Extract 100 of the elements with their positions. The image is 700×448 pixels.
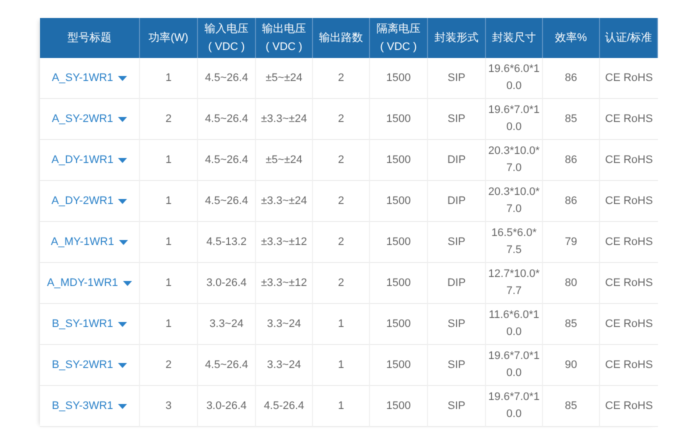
table-cell-text: 1 [164, 152, 173, 168]
model-link[interactable]: A_SY-2WR1 [52, 113, 114, 125]
column-header: 型号标题 [68, 31, 112, 46]
table-cell-text: 1500 [385, 152, 412, 168]
table-cell-text: 1 [164, 194, 173, 208]
column-header: 输出电压 ( VDC ) [262, 22, 306, 55]
table-cell-text: 79 [564, 234, 578, 250]
table-cell-text: 4.5-26.4 [262, 398, 306, 414]
table-cell-text: 16.5*6.0*7.5 [490, 226, 538, 258]
table-cell-text: ±3.3~±24 [260, 194, 308, 208]
model-link[interactable]: B_SY-1WR1 [52, 318, 114, 330]
table-cell-text: 12.7*10.0*7.7 [488, 267, 540, 299]
model-link[interactable]: A_MY-1WR1 [50, 236, 114, 248]
column-header: 输入电压 ( VDC ) [204, 22, 248, 55]
model-link[interactable]: B_SY-3WR1 [52, 400, 114, 412]
table-cell-text: 2 [164, 112, 173, 126]
table-cell-text: 3.0-26.4 [205, 398, 248, 414]
table-cell-text: 2 [336, 112, 346, 126]
table-cell-text: ±3.3~±24 [260, 112, 308, 126]
caret-icon[interactable] [118, 198, 128, 204]
table-cell-text: 1 [164, 316, 173, 332]
table-cell-text: DIP [446, 152, 467, 168]
table-cell-text: 86 [564, 194, 578, 208]
model-link[interactable]: A_DY-1WR1 [52, 154, 114, 166]
column-header: 封装尺寸 [492, 31, 536, 46]
table-cell-text: 90 [564, 358, 578, 372]
table-cell-text: CE RoHS [604, 316, 654, 332]
column-header: 功率(W) [148, 30, 188, 46]
table-cell-text: CE RoHS [604, 358, 654, 372]
table-cell-text: 19.6*7.0*10.0 [488, 349, 540, 381]
table-cell-text: CE RoHS [604, 194, 654, 208]
table-cell-text: 1500 [385, 276, 412, 290]
table-cell-text: 1500 [385, 112, 412, 126]
table-cell-text: 1500 [385, 316, 412, 332]
table-cell-text: ±3.3~±12 [260, 276, 308, 290]
table-cell-text: 20.3*10.0*7.0 [488, 144, 540, 176]
column-header: 输出路数 [319, 31, 363, 46]
table-cell-text: 2 [164, 358, 173, 372]
table-cell-text: 3 [164, 398, 173, 414]
table-cell-text: 1 [336, 316, 346, 332]
caret-icon[interactable] [118, 76, 128, 80]
table-cell-text: CE RoHS [604, 234, 654, 250]
table-cell-text: 2 [336, 70, 346, 86]
table-cell-text: 19.6*6.0*10.0 [488, 62, 540, 94]
table-cell-text: 80 [564, 276, 578, 290]
column-header: 隔离电压 ( VDC ) [376, 22, 420, 55]
caret-icon[interactable] [118, 404, 128, 408]
table-cell-text: 3.3~24 [208, 316, 244, 332]
table-cell-text: 1500 [385, 234, 412, 250]
caret-icon[interactable] [123, 280, 132, 286]
table-cell-text: 3.3~24 [266, 358, 302, 372]
model-link[interactable]: A_MDY-1WR1 [46, 277, 118, 289]
table-cell-text: SIP [446, 398, 466, 414]
table-cell-text: 11.6*6.0*10.0 [488, 308, 540, 340]
table-cell-text: CE RoHS [604, 112, 654, 126]
model-link[interactable]: A_SY-1WR1 [52, 72, 114, 84]
table-cell-text: 1500 [385, 398, 412, 414]
model-link[interactable]: B_SY-2WR1 [52, 359, 114, 371]
table-cell-text: SIP [446, 70, 466, 86]
table-cell-text: 1 [164, 276, 173, 290]
caret-icon[interactable] [118, 362, 128, 368]
table-cell-text: CE RoHS [604, 70, 654, 86]
table-cell-text: 4.5~26.4 [204, 358, 250, 372]
column-header: 认证/标准 [604, 31, 652, 46]
table-cell-text: 1500 [385, 358, 412, 372]
caret-icon[interactable] [119, 240, 128, 244]
model-link[interactable]: A_DY-2WR1 [52, 195, 114, 207]
table-cell-text: ±5~±24 [264, 70, 304, 86]
caret-icon[interactable] [118, 116, 128, 122]
table-cell-text: 19.6*7.0*10.0 [488, 103, 540, 135]
table-cell-text: SIP [446, 234, 466, 250]
table-cell-text: CE RoHS [604, 152, 654, 168]
table-cell-text: DIP [446, 276, 467, 290]
table-cell-text: 85 [564, 398, 578, 414]
table-cell-text: 4.5~26.4 [204, 112, 250, 126]
caret-icon[interactable] [118, 158, 128, 162]
column-header: 封装形式 [434, 31, 478, 46]
table-cell-text: 1500 [385, 70, 412, 86]
table-cell-text: 2 [336, 194, 346, 208]
table-cell-text: 1500 [385, 194, 412, 208]
table-cell-text: 3.0-26.4 [205, 276, 248, 290]
table-cell-text: 3.3~24 [266, 316, 302, 332]
table-cell-text: SIP [446, 112, 466, 126]
caret-icon[interactable] [118, 322, 128, 326]
table-cell-text: 20.3*10.0*7.0 [488, 185, 540, 217]
table-cell-text: 4.5-13.2 [205, 234, 248, 250]
table-cell-text: 19.6*7.0*10.0 [488, 390, 540, 422]
table-cell-text: 1 [164, 70, 173, 86]
table-cell-text: 1 [164, 234, 173, 250]
table-cell-text: ±5~±24 [264, 152, 304, 168]
table-cell-text: CE RoHS [604, 398, 654, 414]
table-cell-text: 86 [564, 152, 578, 168]
table-cell-text: 86 [564, 70, 578, 86]
table-cell-text: DIP [446, 194, 467, 208]
table-cell-text: CE RoHS [604, 276, 654, 290]
table-cell-text: 2 [336, 152, 346, 168]
column-header: 效率% [555, 30, 587, 46]
table-cell-text: ±3.3~±12 [260, 234, 308, 250]
table-cell-text: SIP [446, 316, 466, 332]
table-cell-text: 4.5~26.4 [204, 70, 250, 86]
